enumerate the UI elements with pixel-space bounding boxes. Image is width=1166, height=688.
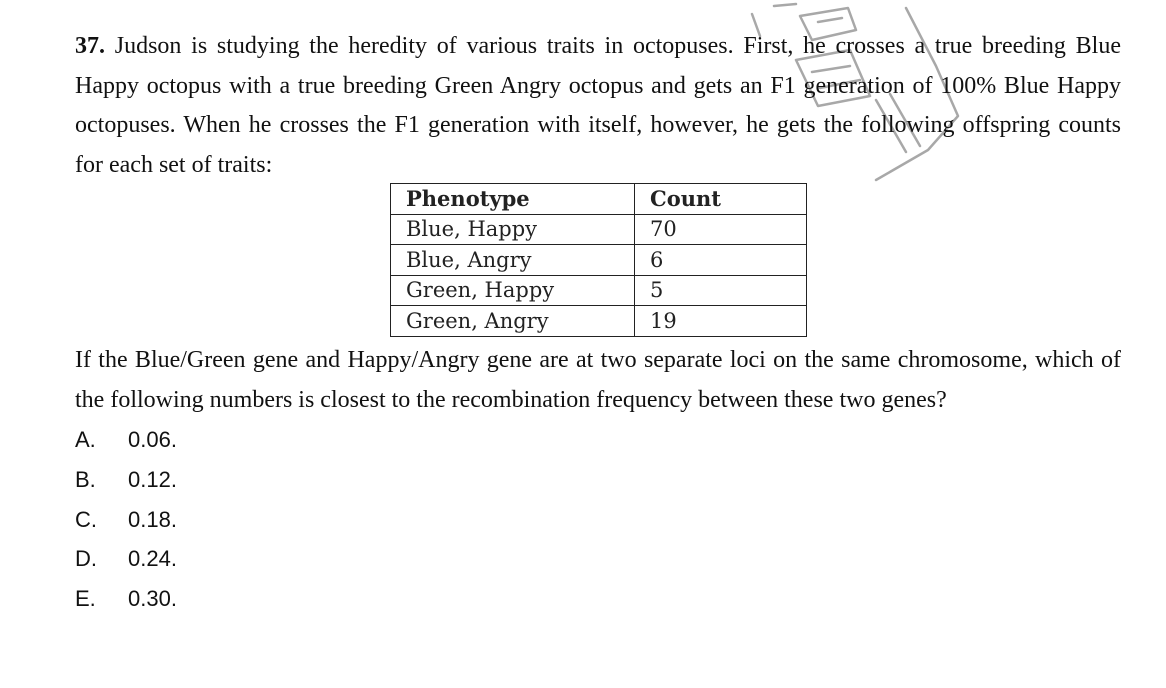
followup-question: If the Blue/Green gene and Happy/Angry g…	[75, 347, 1121, 413]
table-header-row: Phenotype Count	[390, 183, 807, 215]
question-page: 37. Judson is studying the heredity of v…	[0, 0, 1166, 688]
table-row: Blue, Happy 70	[390, 213, 807, 245]
answer-choice-b[interactable]: B. 0.12.	[75, 460, 177, 500]
choice-value: 0.06.	[128, 427, 177, 452]
question-text: 37. Judson is studying the heredity of v…	[75, 27, 1121, 185]
choice-letter: C.	[75, 506, 97, 532]
answer-choice-d[interactable]: D. 0.24.	[75, 539, 177, 579]
phenotype-cell: Green, Angry	[390, 305, 635, 337]
choice-letter: B.	[75, 466, 96, 492]
choice-letter: E.	[75, 586, 96, 612]
question-number: 37.	[75, 33, 105, 59]
table-row: Blue, Angry 6	[390, 244, 807, 276]
table-row: Green, Happy 5	[390, 274, 807, 306]
choice-value: 0.18.	[128, 506, 177, 532]
count-cell: 6	[634, 244, 807, 276]
phenotype-count-table: Phenotype Count Blue, Happy 70 Blue, Ang…	[390, 183, 807, 337]
answer-choices: A. 0.06. B. 0.12. C. 0.18. D. 0.24. E. 0…	[75, 420, 177, 619]
phenotype-cell: Green, Happy	[390, 274, 635, 306]
table-row: Green, Angry 19	[390, 305, 807, 337]
choice-value: 0.30.	[128, 586, 177, 612]
choice-value: 0.24.	[128, 546, 177, 572]
count-cell: 19	[634, 305, 807, 337]
phenotype-table-container: Phenotype Count Blue, Happy 70 Blue, Ang…	[390, 183, 807, 337]
answer-choice-e[interactable]: E. 0.30.	[75, 579, 177, 619]
count-header: Count	[634, 183, 807, 215]
choice-value: 0.12.	[128, 466, 177, 492]
answer-choice-a[interactable]: A. 0.06.	[75, 420, 177, 460]
question-body: Judson is studying the heredity of vario…	[75, 33, 1121, 178]
phenotype-cell: Blue, Angry	[390, 244, 635, 276]
phenotype-cell: Blue, Happy	[390, 213, 635, 245]
choice-letter: A.	[75, 427, 96, 452]
phenotype-header: Phenotype	[390, 183, 635, 215]
count-cell: 5	[634, 274, 807, 306]
answer-choice-c[interactable]: C. 0.18.	[75, 500, 177, 540]
count-cell: 70	[634, 213, 807, 245]
choice-letter: D.	[75, 546, 97, 572]
